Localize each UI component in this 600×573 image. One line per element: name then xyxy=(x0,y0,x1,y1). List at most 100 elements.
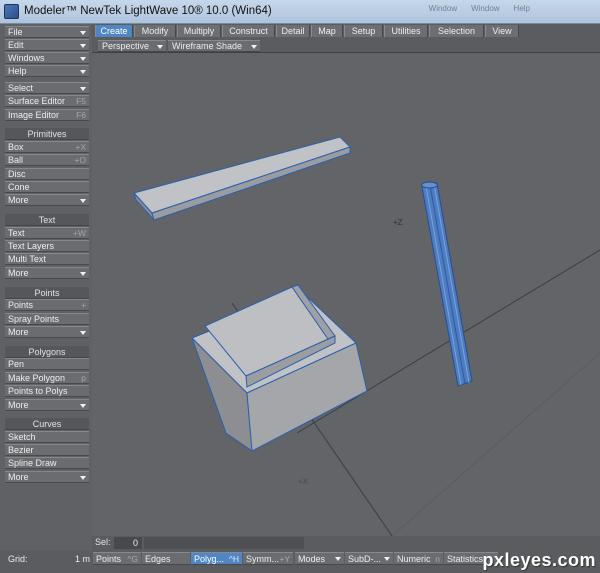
tab-modify[interactable]: Modify xyxy=(134,25,176,37)
curves-more-button[interactable]: More xyxy=(5,471,89,483)
button-label: More xyxy=(8,400,29,410)
shortcut-hint: F5 xyxy=(76,96,86,106)
grid-label: Grid: xyxy=(8,554,28,564)
make-polygon-button[interactable]: Make Polygon p xyxy=(5,372,89,384)
ball-button[interactable]: Ball +O xyxy=(5,154,89,166)
shortcut-hint: n xyxy=(435,554,440,564)
bezier-button[interactable]: Bezier xyxy=(5,444,89,456)
z-axis-label: +Z xyxy=(393,218,403,227)
button-label: Disc xyxy=(8,169,26,179)
chevron-down-icon xyxy=(80,31,86,35)
edges-mode-button[interactable]: Edges xyxy=(142,552,190,565)
shortcut-hint: + xyxy=(81,300,86,310)
box-button[interactable]: Box +X xyxy=(5,141,89,153)
text-button[interactable]: Text +W xyxy=(5,227,89,239)
numeric-button[interactable]: Numeric n xyxy=(394,552,443,565)
button-label: Points xyxy=(96,554,122,564)
button-label: Bezier xyxy=(8,445,34,455)
tab-utilities[interactable]: Utilities xyxy=(384,25,428,37)
button-label: Edges xyxy=(145,554,171,564)
symmetry-button[interactable]: Symm... +Y xyxy=(243,552,293,565)
button-label: Cone xyxy=(8,182,30,192)
window-control[interactable]: Window xyxy=(471,4,499,13)
button-label: Surface Editor xyxy=(8,96,66,106)
perspective-viewport[interactable]: +Z +X xyxy=(92,53,600,536)
tab-multiply[interactable]: Multiply xyxy=(177,25,221,37)
shortcut-hint: F6 xyxy=(76,110,86,120)
pen-button[interactable]: Pen xyxy=(5,358,89,370)
window-control[interactable]: Window xyxy=(429,4,457,13)
button-label: Sketch xyxy=(8,432,36,442)
app-icon xyxy=(4,4,19,19)
primitives-more-button[interactable]: More xyxy=(5,194,89,206)
chevron-down-icon xyxy=(80,199,86,203)
viewport-header: Perspective Wireframe Shade xyxy=(92,37,600,53)
multi-text-button[interactable]: Multi Text xyxy=(5,253,89,265)
box-object[interactable] xyxy=(191,284,368,453)
button-label: Text Layers xyxy=(8,241,55,251)
polygons-mode-button[interactable]: Polyg... ^H xyxy=(191,552,242,565)
chevron-down-icon xyxy=(80,272,86,276)
text-layers-button[interactable]: Text Layers xyxy=(5,240,89,252)
cone-button[interactable]: Cone xyxy=(5,181,89,193)
tab-create[interactable]: Create xyxy=(95,25,133,37)
tab-selection[interactable]: Selection xyxy=(429,25,484,37)
button-label: More xyxy=(8,327,29,337)
shortcut-hint: ^H xyxy=(228,554,239,564)
subd-dropdown[interactable]: SubD-... xyxy=(345,552,393,565)
points-more-button[interactable]: More xyxy=(5,326,89,338)
shortcut-hint: +Y xyxy=(279,554,290,564)
button-label: SubD-... xyxy=(348,554,382,564)
help-menu[interactable]: Help xyxy=(5,65,89,77)
polygons-more-button[interactable]: More xyxy=(5,399,89,411)
selection-status: Sel: 0 xyxy=(92,536,600,550)
chevron-down-icon xyxy=(157,45,163,49)
menu-label: Select xyxy=(8,83,34,93)
points-to-polys-button[interactable]: Points to Polys xyxy=(5,385,89,397)
chevron-down-icon xyxy=(80,70,86,74)
button-label: Spray Points xyxy=(8,314,60,324)
points-mode-button[interactable]: Points ^G xyxy=(93,552,141,565)
modes-dropdown[interactable]: Modes xyxy=(295,552,344,565)
tab-construct[interactable]: Construct xyxy=(222,25,275,37)
tab-view[interactable]: View xyxy=(485,25,519,37)
edit-menu[interactable]: Edit xyxy=(5,39,89,51)
button-label: Points to Polys xyxy=(8,386,68,396)
grid-value: 1 m xyxy=(74,554,90,564)
cylinder-object[interactable] xyxy=(421,181,473,387)
window-controls: Window Window Help xyxy=(429,4,530,13)
spline-draw-button[interactable]: Spline Draw xyxy=(5,457,89,469)
chevron-down-icon xyxy=(80,57,86,61)
chevron-down-icon xyxy=(80,87,86,91)
button-label: Make Polygon xyxy=(8,373,66,383)
menu-label: File xyxy=(8,27,23,37)
menu-label: Edit xyxy=(8,40,24,50)
button-label: More xyxy=(8,268,29,278)
file-menu[interactable]: File xyxy=(5,26,89,38)
shade-mode-dropdown[interactable]: Wireframe Shade xyxy=(168,40,260,52)
windows-menu[interactable]: Windows xyxy=(5,52,89,64)
button-label: Modes xyxy=(298,554,326,564)
shortcut-hint: +X xyxy=(75,142,86,152)
surface-editor-button[interactable]: Surface Editor F5 xyxy=(5,95,89,107)
grid-line xyxy=(391,352,600,536)
points-button[interactable]: Points + xyxy=(5,299,89,311)
chevron-down-icon xyxy=(80,476,86,480)
sketch-button[interactable]: Sketch xyxy=(5,431,89,443)
title-bar: Modeler™ NewTek LightWave 10® 10.0 (Win6… xyxy=(0,0,600,24)
tab-bar: Create Modify Multiply Construct Detail … xyxy=(92,24,600,37)
button-label: Image Editor xyxy=(8,110,60,120)
image-editor-button[interactable]: Image Editor F6 xyxy=(5,109,89,121)
plank-object[interactable] xyxy=(133,136,351,221)
spray-points-button[interactable]: Spray Points xyxy=(5,313,89,325)
tab-setup[interactable]: Setup xyxy=(344,25,383,37)
disc-button[interactable]: Disc xyxy=(5,168,89,180)
select-menu[interactable]: Select xyxy=(5,82,89,94)
button-label: Points xyxy=(8,300,34,310)
text-more-button[interactable]: More xyxy=(5,267,89,279)
window-control[interactable]: Help xyxy=(514,4,530,13)
tab-detail[interactable]: Detail xyxy=(276,25,310,37)
tab-map[interactable]: Map xyxy=(311,25,343,37)
shortcut-hint: +O xyxy=(74,155,86,165)
view-mode-dropdown[interactable]: Perspective xyxy=(98,40,166,52)
